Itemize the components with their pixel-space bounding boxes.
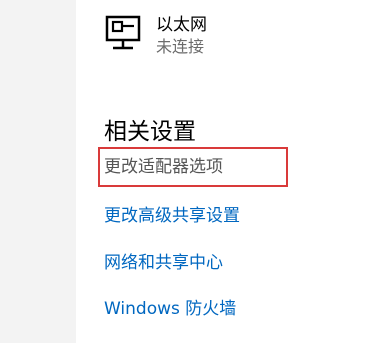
settings-content: 以太网 未连接 相关设置 更改适配器选项 更改高级共享设置 网络和共享中心 Wi…: [76, 0, 380, 343]
related-settings-title: 相关设置: [104, 119, 196, 145]
change-advanced-sharing-link[interactable]: 更改高级共享设置: [104, 201, 240, 226]
windows-firewall-link[interactable]: Windows 防火墙: [104, 294, 236, 319]
network-name: 以太网: [156, 15, 207, 35]
ethernet-monitor-icon: [105, 15, 141, 50]
network-sharing-center-link[interactable]: 网络和共享中心: [104, 248, 223, 273]
network-status: 未连接: [156, 37, 205, 56]
ethernet-item[interactable]: 以太网 未连接: [104, 14, 207, 58]
change-adapter-options-link[interactable]: 更改适配器选项: [104, 152, 223, 177]
left-panel: [0, 0, 76, 343]
